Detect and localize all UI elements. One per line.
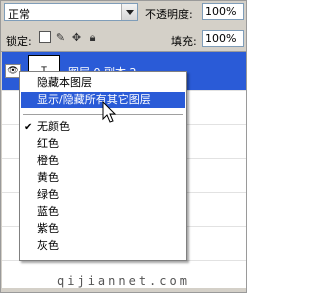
menu-item-hide-layer[interactable]: 隐藏本图层 (21, 75, 185, 91)
watermark: qijiannet.com (57, 274, 190, 288)
context-menu: 隐藏本图层 显示/隐藏所有其它图层 ✔ 无颜色 红色 橙色 黄色 绿色 蓝色 紫… (19, 71, 187, 261)
layers-panel: 正常 不透明度: 100% 锁定: ✎ ✥ 🔒︎ 填充: 100% 👁︎ T 图… (0, 0, 247, 293)
opacity-label: 不透明度: (145, 8, 193, 21)
lock-pixels-icon[interactable]: ✎ (54, 31, 67, 44)
lock-transparent-icon[interactable] (39, 31, 51, 43)
mouse-pointer-icon (102, 101, 117, 123)
opacity-input[interactable]: 100% (202, 3, 244, 20)
fill-label: 填充: (171, 35, 197, 48)
menu-item-violet[interactable]: 紫色 (21, 221, 185, 237)
lock-position-icon[interactable]: ✥ (70, 31, 83, 44)
chevron-down-icon[interactable] (121, 4, 137, 20)
lock-options: ✎ ✥ 🔒︎ (39, 31, 99, 44)
fill-input[interactable]: 100% (202, 30, 244, 47)
menu-item-orange[interactable]: 橙色 (21, 153, 185, 169)
lock-label: 锁定: (6, 35, 32, 48)
blend-mode-value: 正常 (8, 8, 30, 21)
menu-item-red[interactable]: 红色 (21, 136, 185, 152)
menu-item-blue[interactable]: 蓝色 (21, 204, 185, 220)
lock-all-icon[interactable]: 🔒︎ (86, 31, 99, 44)
menu-item-yellow[interactable]: 黄色 (21, 170, 185, 186)
menu-item-gray[interactable]: 灰色 (21, 238, 185, 254)
blend-mode-select[interactable]: 正常 (4, 3, 138, 21)
menu-item-green[interactable]: 绿色 (21, 187, 185, 203)
